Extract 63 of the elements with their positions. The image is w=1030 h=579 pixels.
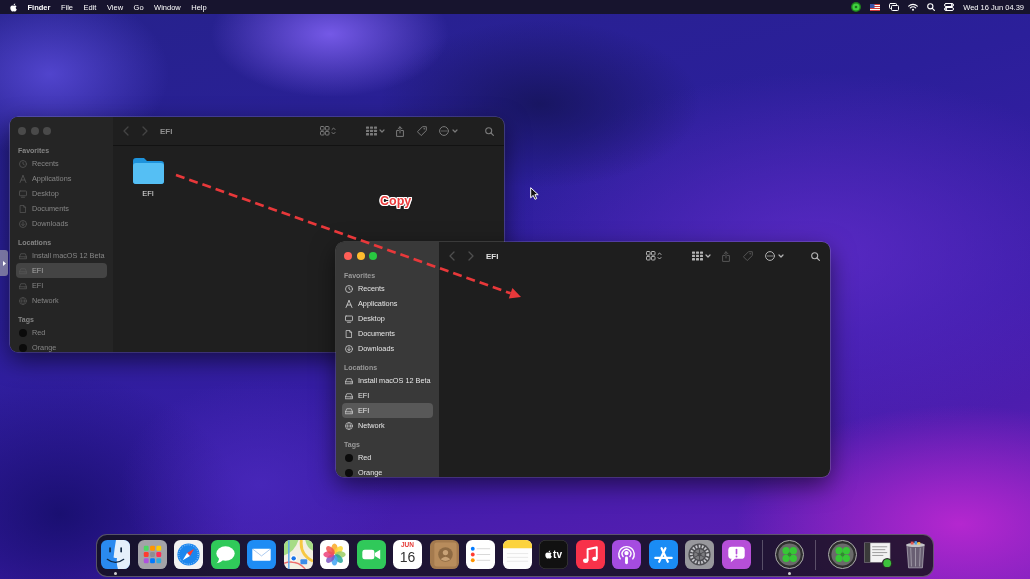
apps-icon (345, 299, 353, 308)
more-icon[interactable] (765, 251, 784, 261)
window-thumbnail-icon[interactable] (864, 540, 893, 569)
minimize-button[interactable] (356, 252, 365, 260)
notepad-icon[interactable] (502, 540, 532, 569)
clock-icon (345, 284, 353, 293)
tag-dot-icon (345, 468, 353, 477)
a-shape-icon[interactable] (648, 540, 678, 569)
clover-icon[interactable] (827, 540, 857, 569)
group-grid-icon[interactable] (692, 251, 711, 261)
grid-view-icon[interactable] (646, 251, 662, 261)
exclamation-bubble-icon[interactable] (721, 540, 751, 569)
display-icon (345, 314, 353, 323)
tag-dot-icon (19, 343, 27, 352)
globe-icon (345, 421, 353, 430)
caret-icon (2, 260, 6, 266)
gear-icon[interactable] (685, 540, 714, 569)
speech-bubble-icon[interactable] (210, 540, 240, 569)
edge-tab[interactable] (0, 250, 8, 276)
apple-icon[interactable] (10, 2, 17, 12)
cursor-icon (530, 187, 539, 200)
document-icon (19, 204, 27, 213)
map-icon[interactable] (283, 540, 313, 569)
flower-icon[interactable] (320, 540, 349, 569)
compass-icon[interactable] (174, 540, 203, 569)
tag-dot-icon (19, 328, 27, 337)
flag-icon[interactable] (870, 3, 881, 11)
search-icon[interactable] (811, 251, 820, 261)
apps-icon (19, 174, 27, 183)
window-title: EFI (160, 126, 173, 136)
globe-icon (19, 296, 27, 305)
apple-icon (545, 550, 553, 559)
clover-icon[interactable] (774, 540, 804, 569)
microphone-icon[interactable] (612, 540, 641, 569)
disk-icon (345, 376, 353, 385)
display-icon (19, 189, 27, 198)
document-icon (345, 329, 353, 338)
close-button[interactable] (344, 252, 352, 260)
video-camera-icon[interactable] (356, 540, 386, 569)
music-note-icon[interactable] (575, 540, 605, 569)
app-grid-icon[interactable] (137, 540, 167, 569)
annotation-label: Copy (380, 194, 412, 208)
disk-icon (345, 391, 353, 400)
address-book-icon[interactable] (429, 540, 459, 569)
zoom-button[interactable] (369, 252, 377, 260)
screens-icon[interactable] (889, 3, 900, 11)
disk-icon (19, 281, 27, 290)
search-icon[interactable] (927, 3, 936, 11)
tv-button[interactable]: tv (539, 540, 568, 569)
toggles-icon[interactable] (944, 3, 955, 11)
download-icon (345, 344, 353, 353)
face-icon[interactable] (101, 540, 130, 569)
disk-icon (19, 251, 27, 260)
clover-icon[interactable] (851, 2, 862, 12)
download-icon (19, 219, 27, 228)
envelope-icon[interactable] (247, 540, 276, 569)
tag-dot-icon (345, 453, 353, 462)
checklist-icon[interactable] (466, 540, 495, 569)
disk-icon (345, 406, 353, 415)
trash-icon[interactable] (904, 540, 926, 569)
window-title: EFI (486, 251, 499, 261)
clock-icon (19, 159, 27, 168)
wifi-icon[interactable] (908, 3, 919, 11)
